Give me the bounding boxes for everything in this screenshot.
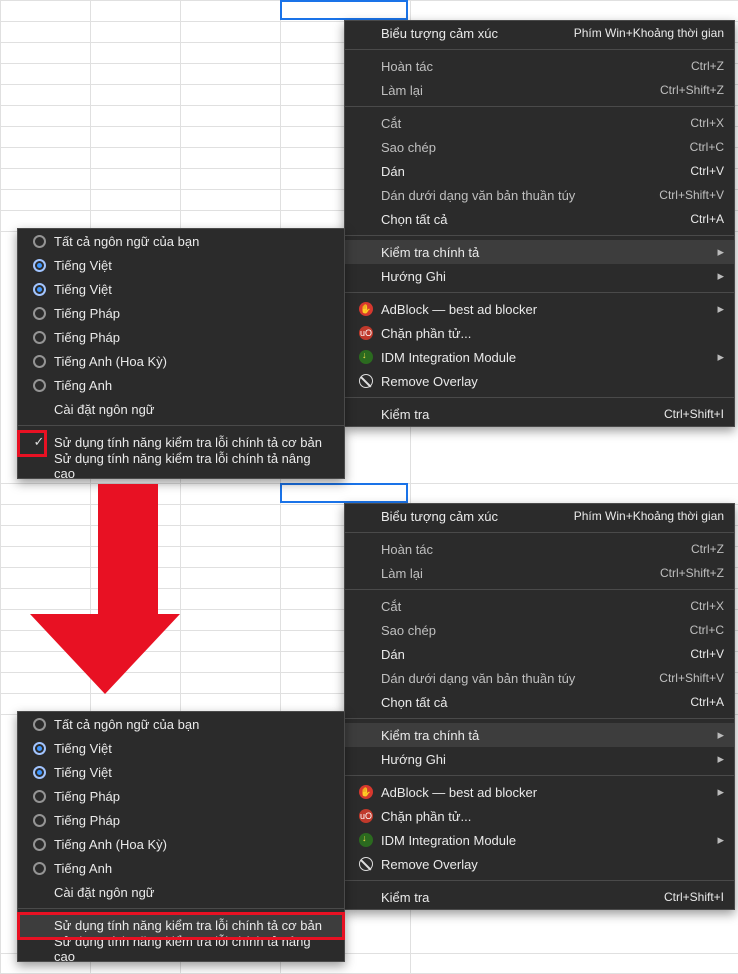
chevron-right-icon: ▸ [717, 268, 724, 284]
radio-unchecked-icon [33, 355, 46, 368]
chevron-right-icon: ▸ [717, 301, 724, 317]
menu-item-select-all[interactable]: Chọn tất cảCtrl+A [345, 207, 734, 231]
context-menu-top: Biểu tượng cảm xúcPhím Win+Khoảng thời g… [344, 20, 735, 427]
menu-item-block-element[interactable]: uOChặn phần tử... [345, 321, 734, 345]
submenu-advanced-spellcheck[interactable]: Sử dụng tính năng kiểm tra lỗi chính tả … [18, 937, 344, 961]
menu-item-emoji[interactable]: Biểu tượng cảm xúcPhím Win+Khoảng thời g… [345, 21, 734, 45]
selected-cell-top[interactable] [280, 0, 408, 20]
red-arrow-down [75, 484, 180, 694]
submenu-viet-1[interactable]: Tiếng Việt [18, 736, 344, 760]
chevron-right-icon: ▸ [717, 349, 724, 365]
menu-item-cut[interactable]: CắtCtrl+X [345, 111, 734, 135]
ublock-icon: uO [359, 326, 373, 340]
submenu-en-us[interactable]: Tiếng Anh (Hoa Kỳ) [18, 349, 344, 373]
radio-checked-icon [33, 283, 46, 296]
menu-item-paste-plain[interactable]: Dán dưới dạng văn bản thuần túyCtrl+Shif… [345, 666, 734, 690]
submenu-fr-2[interactable]: Tiếng Pháp [18, 325, 344, 349]
menu-item-remove-overlay[interactable]: Remove Overlay [345, 852, 734, 876]
adblock-icon: ✋ [359, 302, 373, 316]
menu-item-idm[interactable]: IDM Integration Module▸ [345, 828, 734, 852]
menu-item-copy[interactable]: Sao chépCtrl+C [345, 618, 734, 642]
radio-unchecked-icon [33, 235, 46, 248]
menu-item-paste-plain[interactable]: Dán dưới dạng văn bản thuần túyCtrl+Shif… [345, 183, 734, 207]
submenu-all-languages[interactable]: Tất cả ngôn ngữ của bạn [18, 229, 344, 253]
menu-item-inspect[interactable]: Kiểm traCtrl+Shift+I [345, 402, 734, 426]
remove-overlay-icon [359, 374, 373, 388]
menu-item-writing-direction[interactable]: Hướng Ghi▸ [345, 747, 734, 771]
chevron-right-icon: ▸ [717, 751, 724, 767]
spellcheck-submenu-top: Tất cả ngôn ngữ của bạn Tiếng Việt Tiếng… [17, 228, 345, 479]
radio-unchecked-icon [33, 379, 46, 392]
radio-checked-icon [33, 742, 46, 755]
chevron-right-icon: ▸ [717, 784, 724, 800]
submenu-fr-1[interactable]: Tiếng Pháp [18, 784, 344, 808]
radio-unchecked-icon [33, 838, 46, 851]
chevron-right-icon: ▸ [717, 244, 724, 260]
menu-item-emoji[interactable]: Biểu tượng cảm xúcPhím Win+Khoảng thời g… [345, 504, 734, 528]
menu-item-remove-overlay[interactable]: Remove Overlay [345, 369, 734, 393]
ublock-icon: uO [359, 809, 373, 823]
menu-item-redo[interactable]: Làm lạiCtrl+Shift+Z [345, 78, 734, 102]
submenu-en[interactable]: Tiếng Anh [18, 373, 344, 397]
chevron-right-icon: ▸ [717, 727, 724, 743]
highlight-basic-spellcheck-box [17, 912, 345, 940]
menu-item-idm[interactable]: IDM Integration Module▸ [345, 345, 734, 369]
menu-item-copy[interactable]: Sao chépCtrl+C [345, 135, 734, 159]
submenu-viet-2[interactable]: Tiếng Việt [18, 277, 344, 301]
submenu-en-us[interactable]: Tiếng Anh (Hoa Kỳ) [18, 832, 344, 856]
menu-item-writing-direction[interactable]: Hướng Ghi▸ [345, 264, 734, 288]
selected-cell-bottom[interactable] [280, 483, 408, 503]
submenu-viet-1[interactable]: Tiếng Việt [18, 253, 344, 277]
submenu-viet-2[interactable]: Tiếng Việt [18, 760, 344, 784]
submenu-advanced-spellcheck[interactable]: Sử dụng tính năng kiểm tra lỗi chính tả … [18, 454, 344, 478]
radio-checked-icon [33, 766, 46, 779]
remove-overlay-icon [359, 857, 373, 871]
idm-icon [359, 350, 373, 364]
menu-item-cut[interactable]: CắtCtrl+X [345, 594, 734, 618]
radio-unchecked-icon [33, 790, 46, 803]
submenu-en[interactable]: Tiếng Anh [18, 856, 344, 880]
menu-item-undo[interactable]: Hoàn tácCtrl+Z [345, 54, 734, 78]
submenu-lang-settings[interactable]: Cài đặt ngôn ngữ [18, 397, 344, 421]
menu-item-undo[interactable]: Hoàn tácCtrl+Z [345, 537, 734, 561]
menu-item-block-element[interactable]: uOChặn phần tử... [345, 804, 734, 828]
radio-unchecked-icon [33, 307, 46, 320]
highlight-checkmark-box [17, 430, 47, 457]
submenu-lang-settings[interactable]: Cài đặt ngôn ngữ [18, 880, 344, 904]
menu-item-inspect[interactable]: Kiểm traCtrl+Shift+I [345, 885, 734, 909]
submenu-all-languages[interactable]: Tất cả ngôn ngữ của bạn [18, 712, 344, 736]
radio-unchecked-icon [33, 331, 46, 344]
menu-item-redo[interactable]: Làm lạiCtrl+Shift+Z [345, 561, 734, 585]
idm-icon [359, 833, 373, 847]
context-menu-bottom: Biểu tượng cảm xúcPhím Win+Khoảng thời g… [344, 503, 735, 910]
menu-item-spellcheck[interactable]: Kiểm tra chính tả▸ [345, 723, 734, 747]
menu-item-adblock[interactable]: ✋AdBlock — best ad blocker▸ [345, 780, 734, 804]
submenu-fr-2[interactable]: Tiếng Pháp [18, 808, 344, 832]
chevron-right-icon: ▸ [717, 832, 724, 848]
adblock-icon: ✋ [359, 785, 373, 799]
menu-item-adblock[interactable]: ✋AdBlock — best ad blocker▸ [345, 297, 734, 321]
radio-unchecked-icon [33, 862, 46, 875]
menu-item-spellcheck[interactable]: Kiểm tra chính tả▸ [345, 240, 734, 264]
submenu-fr-1[interactable]: Tiếng Pháp [18, 301, 344, 325]
radio-unchecked-icon [33, 814, 46, 827]
menu-item-paste[interactable]: DánCtrl+V [345, 642, 734, 666]
menu-item-paste[interactable]: DánCtrl+V [345, 159, 734, 183]
radio-checked-icon [33, 259, 46, 272]
menu-item-select-all[interactable]: Chọn tất cảCtrl+A [345, 690, 734, 714]
radio-unchecked-icon [33, 718, 46, 731]
